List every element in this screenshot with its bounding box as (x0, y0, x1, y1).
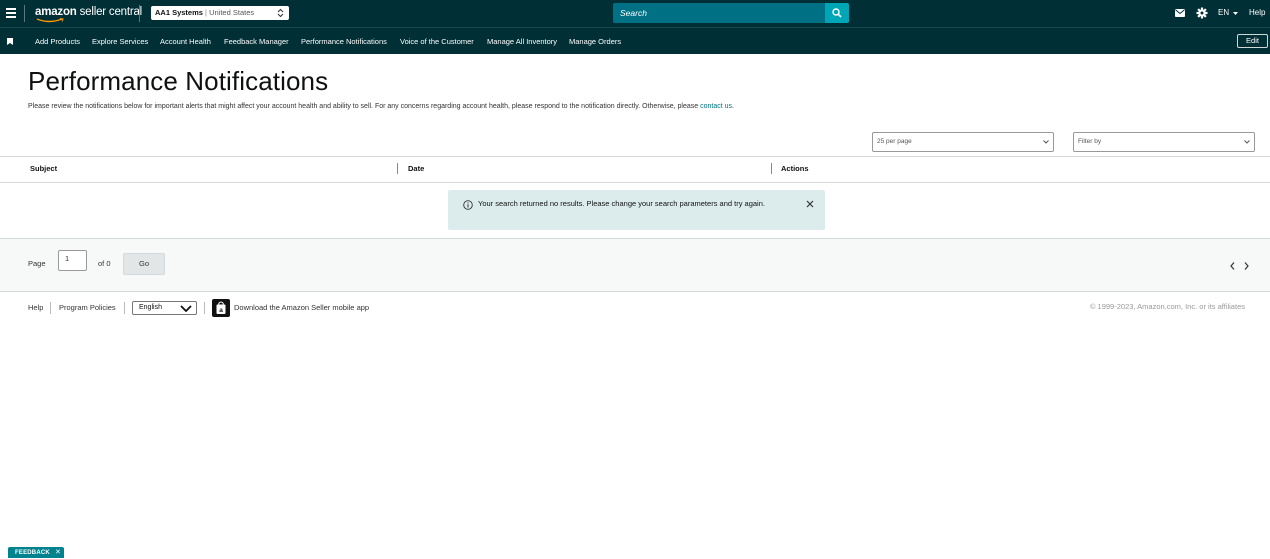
table-header-border (0, 182, 1270, 183)
language-menu[interactable]: EN (1218, 8, 1229, 17)
top-bar: amazon seller central AA1 Systems | Unit… (0, 0, 1270, 27)
chevron-down-icon (1244, 140, 1250, 144)
column-header-subject[interactable]: Subject (30, 164, 57, 173)
download-app-link[interactable]: Download the Amazon Seller mobile app (234, 303, 369, 312)
footer-program-policies-link[interactable]: Program Policies (59, 303, 116, 312)
search-button[interactable] (825, 3, 849, 23)
help-link[interactable]: Help (1249, 8, 1265, 17)
table-top-border (0, 156, 1270, 157)
info-icon (463, 200, 473, 210)
footer-divider (204, 302, 205, 314)
nav-bar: Add Products Explore Services Account He… (0, 27, 1270, 54)
column-header-date[interactable]: Date (408, 164, 424, 173)
chevron-down-icon (1043, 140, 1049, 144)
updown-chevron-icon (277, 8, 284, 18)
divider (24, 5, 25, 22)
page-label: Page (28, 259, 46, 268)
column-header-actions: Actions (781, 164, 809, 173)
alert-message: Your search returned no results. Please … (478, 199, 765, 208)
filter-by-select[interactable]: Filter by (1073, 132, 1255, 152)
hamburger-menu-icon[interactable] (6, 8, 16, 19)
nav-manage-all-inventory[interactable]: Manage All Inventory (487, 37, 557, 46)
contact-us-link[interactable]: contact us (700, 103, 732, 110)
feedback-close-icon[interactable]: ✕ (55, 547, 61, 559)
nav-account-health[interactable]: Account Health (160, 37, 211, 46)
divider (139, 5, 140, 22)
page-total: of 0 (98, 259, 111, 268)
caret-down-icon (1233, 12, 1238, 15)
feedback-tab[interactable]: FEEDBACK ✕ (8, 547, 64, 558)
language-select[interactable]: English (132, 301, 197, 315)
gear-icon[interactable] (1196, 7, 1208, 19)
nav-voice-of-the-customer[interactable]: Voice of the Customer (400, 37, 474, 46)
nav-performance-notifications[interactable]: Performance Notifications (301, 37, 387, 46)
column-divider (397, 163, 398, 174)
mail-icon[interactable] (1175, 9, 1185, 17)
nav-manage-orders[interactable]: Manage Orders (569, 37, 621, 46)
footer-divider (50, 302, 51, 314)
copyright-text: © 1999-2023, Amazon.com, Inc. or its aff… (1089, 302, 1245, 311)
search-icon (832, 8, 842, 18)
account-switcher[interactable]: AA1 Systems | United States (151, 6, 289, 20)
footer-help-link[interactable]: Help (28, 303, 43, 312)
footer-divider (124, 302, 125, 314)
column-divider (771, 163, 772, 174)
nav-feedback-manager[interactable]: Feedback Manager (224, 37, 289, 46)
no-results-alert: Your search returned no results. Please … (448, 190, 825, 230)
bookmark-icon[interactable] (7, 38, 13, 45)
page-number-input[interactable]: 1 (58, 250, 87, 271)
per-page-select[interactable]: 25 per page (872, 132, 1054, 152)
go-button[interactable]: Go (123, 253, 165, 275)
amazon-smile-icon (36, 18, 64, 23)
nav-explore-services[interactable]: Explore Services (92, 37, 148, 46)
svg-text:a: a (219, 307, 223, 314)
edit-nav-button[interactable]: Edit (1237, 34, 1268, 48)
shopping-bag-icon: a (216, 301, 226, 314)
pagination-bar: Page 1 of 0 Go (0, 238, 1270, 292)
account-region: United States (209, 8, 255, 17)
chevron-down-icon (180, 305, 192, 312)
account-name: AA1 Systems (155, 8, 203, 17)
chevron-right-icon[interactable] (1244, 262, 1249, 270)
close-icon[interactable] (806, 200, 814, 208)
nav-add-products[interactable]: Add Products (35, 37, 80, 46)
chevron-left-icon[interactable] (1230, 262, 1235, 270)
search-input[interactable]: Search (613, 3, 825, 23)
amazon-app-icon[interactable]: a (212, 299, 230, 317)
page-title: Performance Notifications (28, 66, 329, 96)
page-description: Please review the notifications below fo… (28, 103, 734, 110)
